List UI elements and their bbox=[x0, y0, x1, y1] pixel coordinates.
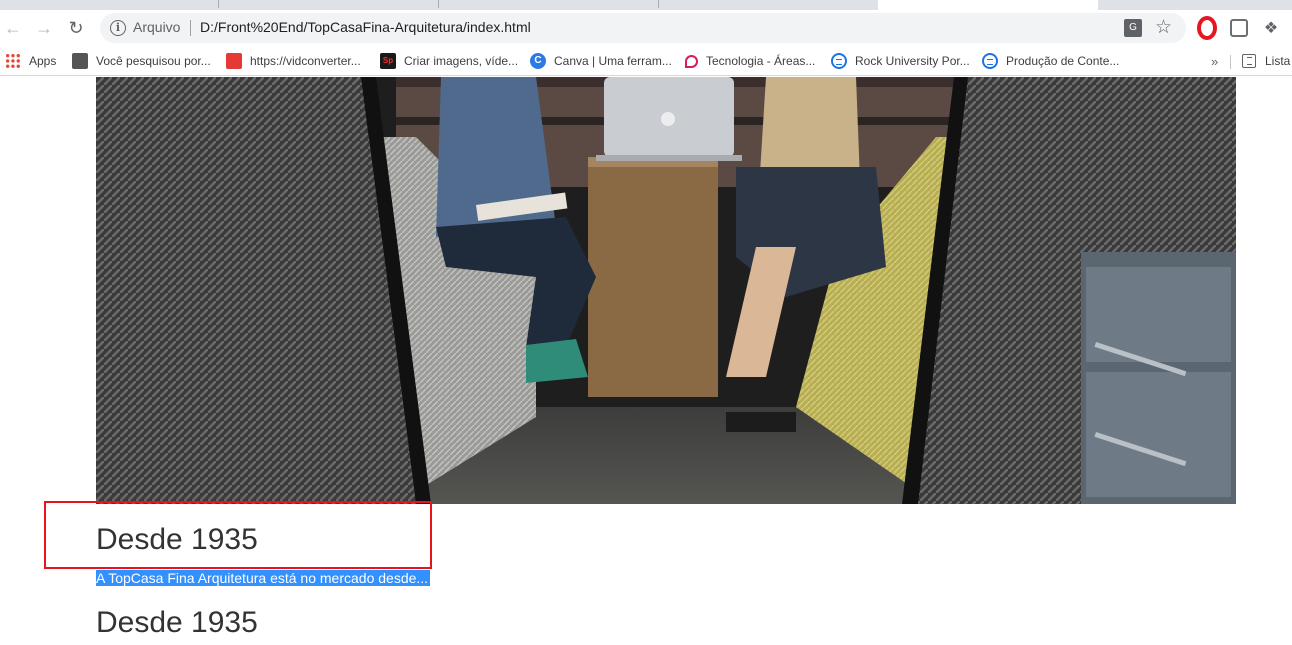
address-bar[interactable]: i Arquivo D:/Front%20End/TopCasaFina-Arq… bbox=[100, 13, 1186, 43]
bookmark-label: Canva | Uma ferram... bbox=[554, 54, 672, 68]
reading-list-button[interactable]: Lista bbox=[1242, 52, 1290, 70]
bookmark-label: Você pesquisou por... bbox=[96, 54, 211, 68]
scheme-label: Arquivo bbox=[133, 19, 181, 35]
tecnologia-icon bbox=[685, 54, 698, 68]
doc-icon bbox=[831, 53, 847, 69]
bookmark-item[interactable]: Produção de Conte... bbox=[982, 52, 1119, 70]
url-text[interactable]: D:/Front%20End/TopCasaFina-Arquitetura/i… bbox=[200, 19, 531, 35]
bookmark-label: Apps bbox=[29, 54, 57, 68]
address-divider bbox=[190, 20, 191, 36]
bookmark-label: Tecnologia - Áreas... bbox=[706, 54, 816, 68]
bookmark-item[interactable]: https://vidconverter... bbox=[226, 52, 361, 70]
bookmarks-bar: Apps Você pesquisou por... https://vidco… bbox=[0, 46, 1292, 76]
bookmark-label: Rock University Por... bbox=[855, 54, 970, 68]
forward-icon[interactable]: → bbox=[31, 15, 57, 41]
bookmark-label: Produção de Conte... bbox=[1006, 54, 1120, 68]
bookmark-item[interactable]: Tecnologia - Áreas... bbox=[685, 52, 815, 70]
spark-icon: Sp bbox=[380, 53, 396, 69]
vidconverter-icon bbox=[226, 53, 242, 69]
section-description-selected: A TopCasa Fina Arquitetura está no merca… bbox=[96, 570, 431, 586]
section-heading-repeat: Desde 1935 bbox=[96, 606, 258, 639]
star-icon[interactable]: ☆ bbox=[1155, 16, 1172, 39]
translate-icon[interactable]: G bbox=[1124, 19, 1142, 37]
reading-list-icon bbox=[1242, 54, 1256, 68]
reload-icon[interactable]: ↻ bbox=[63, 15, 89, 41]
browser-toolbar: ← → ↻ i Arquivo D:/Front%20End/TopCasaFi… bbox=[0, 10, 1292, 46]
tab-separator bbox=[438, 0, 439, 8]
reading-list-label: Lista bbox=[1265, 54, 1291, 68]
back-icon[interactable]: ← bbox=[0, 15, 26, 41]
bookmark-apps[interactable]: Apps bbox=[5, 52, 56, 70]
extension-icon[interactable] bbox=[1229, 18, 1249, 38]
canva-icon: C bbox=[530, 53, 546, 69]
puzzle-icon[interactable]: ❖ bbox=[1261, 18, 1281, 38]
opera-icon[interactable] bbox=[1197, 18, 1217, 38]
tab-strip bbox=[0, 0, 1292, 10]
bookmark-item[interactable]: Você pesquisou por... bbox=[72, 52, 211, 70]
bookmark-item[interactable]: C Canva | Uma ferram... bbox=[530, 52, 672, 70]
bookmark-item[interactable]: Rock University Por... bbox=[831, 52, 970, 70]
bookmarks-divider bbox=[1230, 55, 1231, 69]
annotation-highlight-box bbox=[44, 501, 432, 569]
photo-icon bbox=[72, 53, 88, 69]
bookmark-label: https://vidconverter... bbox=[250, 54, 361, 68]
hero-image bbox=[96, 77, 1236, 504]
info-icon[interactable]: i bbox=[110, 20, 126, 36]
apps-icon bbox=[5, 53, 21, 69]
tab-separator bbox=[218, 0, 219, 8]
bookmark-item[interactable]: Sp Criar imagens, víde... bbox=[380, 52, 518, 70]
doc-icon bbox=[982, 53, 998, 69]
bookmark-label: Criar imagens, víde... bbox=[404, 54, 519, 68]
bookmarks-overflow-button[interactable]: » bbox=[1211, 54, 1218, 69]
active-tab[interactable] bbox=[878, 0, 1098, 10]
tab-separator bbox=[658, 0, 659, 8]
